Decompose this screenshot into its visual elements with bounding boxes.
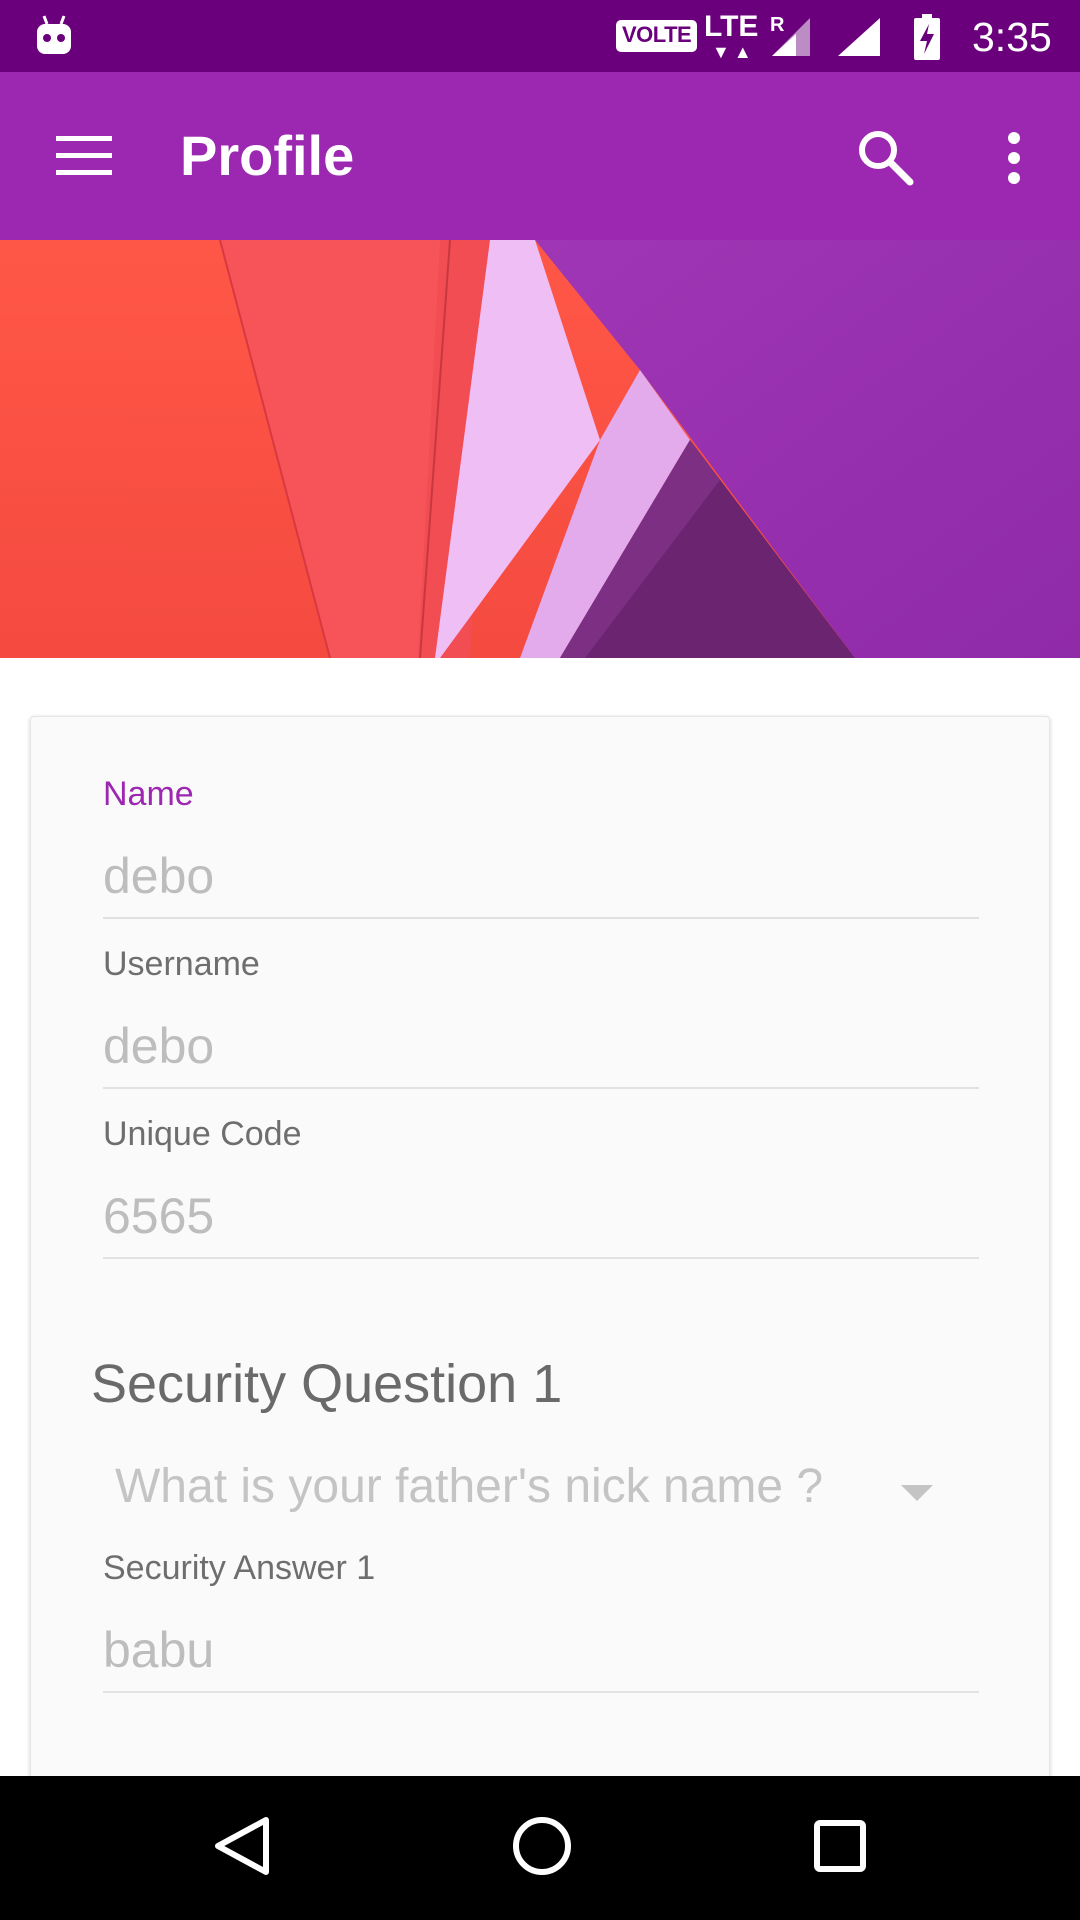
username-label: Username	[103, 945, 260, 983]
battery-charging-icon	[912, 14, 942, 65]
username-field[interactable]: debo	[103, 1017, 214, 1075]
security-answer-field[interactable]: babu	[103, 1621, 214, 1679]
name-field[interactable]: debo	[103, 847, 214, 905]
chevron-down-icon	[901, 1485, 933, 1501]
back-triangle-icon[interactable]	[212, 1814, 272, 1883]
name-label: Name	[103, 775, 194, 813]
toolbar: Profile	[0, 72, 1080, 240]
unique-code-field[interactable]: 6565	[103, 1187, 214, 1245]
header-background-image	[0, 239, 1080, 659]
recents-square-icon[interactable]	[812, 1814, 868, 1883]
signal-strength-icon	[836, 16, 882, 63]
home-circle-icon[interactable]	[510, 1814, 574, 1883]
security-answer-field-underline	[103, 1691, 979, 1693]
status-bar: VOLTE LTE ▼▲ R 3:35	[0, 0, 1080, 72]
android-robot-icon	[34, 14, 74, 63]
page-title: Profile	[180, 124, 355, 187]
profile-form-card: Name debo Username debo Unique Code 6565…	[30, 716, 1050, 1920]
security-answer-label: Security Answer 1	[103, 1549, 376, 1587]
signal-strength-icon	[770, 16, 812, 63]
security-question-dropdown[interactable]: What is your father's nick name ?	[91, 1447, 971, 1537]
unique-code-label: Unique Code	[103, 1115, 302, 1153]
security-question-selected: What is your father's nick name ?	[115, 1460, 824, 1513]
search-icon[interactable]	[856, 128, 916, 193]
unique-code-field-underline	[103, 1257, 979, 1259]
navigation-bar	[0, 1776, 1080, 1920]
more-vertical-icon[interactable]	[994, 128, 1034, 193]
security-question-heading: Security Question 1	[91, 1354, 563, 1414]
volte-badge: VOLTE	[616, 20, 698, 52]
hamburger-menu-icon[interactable]	[56, 132, 112, 180]
name-field-underline	[103, 917, 979, 919]
status-time: 3:35	[972, 14, 1052, 60]
data-activity-arrows: ▼▲	[712, 42, 756, 62]
username-field-underline	[103, 1087, 979, 1089]
network-type-label: LTE	[704, 10, 759, 43]
